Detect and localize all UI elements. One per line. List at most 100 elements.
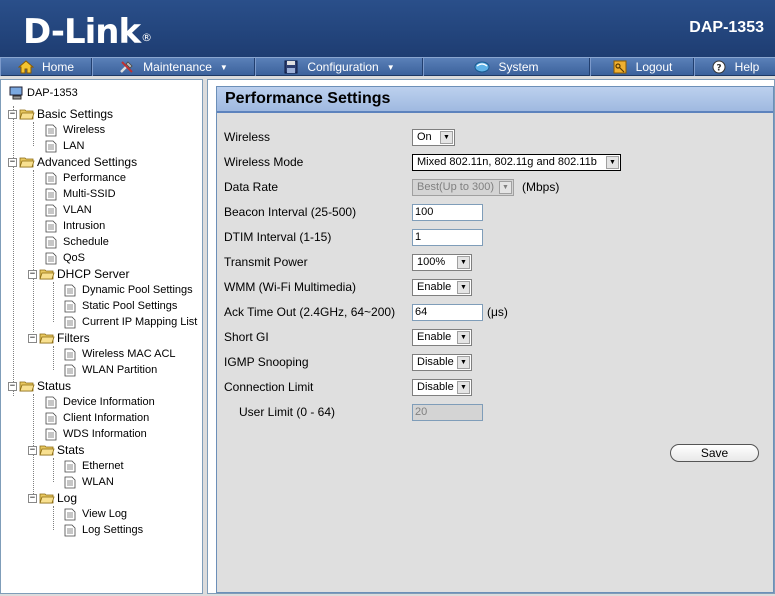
tree-wlan[interactable]: WLAN [64, 474, 114, 490]
tree-stats[interactable]: − Stats [28, 442, 84, 458]
row-wireless: Wireless On ▼ [217, 127, 775, 147]
tree-vlan[interactable]: VLAN [45, 202, 92, 218]
transmit-power-select[interactable]: 100% ▼ [412, 253, 472, 271]
ack-timeout-input[interactable]: 64 [412, 303, 483, 321]
dtim-interval-label: DTIM Interval (1-15) [224, 230, 332, 244]
folder-open-icon [39, 493, 55, 504]
wmm-select-value: Enable [417, 280, 452, 293]
tree-log-settings-label: Log Settings [82, 524, 144, 536]
nav-help[interactable]: ? Help [694, 58, 775, 76]
nav-logout[interactable]: Logout [590, 58, 694, 76]
connection-limit-select[interactable]: Disable ▼ [412, 378, 472, 396]
wireless-mode-select-value: Mixed 802.11n, 802.11g and 802.11b [417, 155, 597, 168]
tree-lan[interactable]: LAN [45, 138, 84, 154]
tree-log-label: Log [57, 491, 78, 505]
model-name: DAP-1353 [689, 19, 764, 36]
row-ack-timeout: Ack Time Out (2.4GHz, 64~200) 64 (μs) [217, 302, 775, 322]
tree-schedule[interactable]: Schedule [45, 234, 109, 250]
row-transmit-power: Transmit Power 100% ▼ [217, 252, 775, 272]
tree-performance-label: Performance [63, 172, 126, 184]
nav-system[interactable]: System [423, 58, 590, 76]
tree-line [53, 346, 54, 370]
tree-ethernet-label: Ethernet [82, 460, 124, 472]
document-icon [45, 204, 57, 216]
document-icon [45, 428, 57, 440]
logout-key-icon [613, 60, 627, 74]
tree-log[interactable]: − Log [28, 490, 77, 506]
document-icon [64, 284, 76, 296]
collapse-toggle[interactable]: − [28, 445, 37, 455]
chevron-down-icon: ▼ [457, 280, 470, 294]
tree-lan-label: LAN [63, 140, 85, 152]
tree-qos[interactable]: QoS [45, 250, 85, 266]
page-title: Performance Settings [217, 87, 773, 113]
tree-wlan-partition[interactable]: WLAN Partition [64, 362, 157, 378]
tree-log-settings[interactable]: Log Settings [64, 522, 143, 538]
tree-wireless[interactable]: Wireless [45, 122, 105, 138]
dtim-interval-input[interactable]: 1 [412, 228, 483, 246]
data-rate-select[interactable]: Best(Up to 300) ▼ [412, 178, 514, 196]
tree-performance[interactable]: Performance [45, 170, 126, 186]
tree-qos-label: QoS [63, 252, 86, 264]
tree-status[interactable]: − Status [8, 378, 71, 394]
collapse-toggle[interactable]: − [28, 493, 37, 503]
tree-line [53, 458, 54, 482]
tree-client-info[interactable]: Client Information [45, 410, 149, 426]
document-icon [64, 316, 76, 328]
save-button[interactable]: Save [670, 444, 759, 462]
performance-panel: Performance Settings Wireless On ▼ Wirel… [216, 86, 774, 593]
tree-static-pool[interactable]: Static Pool Settings [64, 298, 177, 314]
tree-basic-settings[interactable]: − Basic Settings [8, 106, 113, 122]
tree-root[interactable]: DAP-1353 [9, 85, 78, 101]
collapse-toggle[interactable]: − [28, 333, 37, 343]
collapse-toggle[interactable]: − [8, 109, 17, 119]
tree-wds-info[interactable]: WDS Information [45, 426, 147, 442]
tree-advanced-settings[interactable]: − Advanced Settings [8, 154, 137, 170]
nav-home[interactable]: Home [0, 58, 92, 76]
connection-limit-select-value: Disable [417, 380, 454, 393]
tree-filters-label: Filters [57, 331, 90, 345]
tree-current-ip-mapping[interactable]: Current IP Mapping List [64, 314, 197, 330]
wmm-select[interactable]: Enable ▼ [412, 278, 472, 296]
tree-dhcp-server-label: DHCP Server [57, 267, 130, 281]
row-wmm: WMM (Wi-Fi Multimedia) Enable ▼ [217, 277, 775, 297]
tree-advanced-settings-label: Advanced Settings [37, 155, 138, 169]
beacon-interval-input[interactable]: 100 [412, 203, 483, 221]
row-dtim-interval: DTIM Interval (1-15) 1 [217, 227, 775, 247]
tree-filters[interactable]: − Filters [28, 330, 90, 346]
chevron-down-icon: ▼ [457, 255, 470, 269]
tree-multi-ssid[interactable]: Multi-SSID [45, 186, 116, 202]
user-limit-input[interactable]: 20 [412, 403, 483, 421]
wireless-mode-select[interactable]: Mixed 802.11n, 802.11g and 802.11b ▼ [412, 153, 621, 171]
row-connection-limit: Connection Limit Disable ▼ [217, 377, 775, 397]
collapse-toggle[interactable]: − [8, 157, 17, 167]
collapse-toggle[interactable]: − [28, 269, 37, 279]
tree-wds-info-label: WDS Information [63, 428, 147, 440]
tree-client-info-label: Client Information [63, 412, 150, 424]
short-gi-select[interactable]: Enable ▼ [412, 328, 472, 346]
wireless-select-value: On [417, 130, 432, 143]
short-gi-label: Short GI [224, 330, 269, 344]
tree-wireless-mac-acl[interactable]: Wireless MAC ACL [64, 346, 176, 362]
collapse-toggle[interactable]: − [8, 381, 17, 391]
data-rate-unit: (Mbps) [522, 180, 560, 194]
tree-dynamic-pool[interactable]: Dynamic Pool Settings [64, 282, 193, 298]
tree-view-log[interactable]: View Log [64, 506, 127, 522]
igmp-snooping-select[interactable]: Disable ▼ [412, 353, 472, 371]
beacon-interval-label: Beacon Interval (25-500) [224, 205, 357, 219]
tree-dhcp-server[interactable]: − DHCP Server [28, 266, 129, 282]
chevron-down-icon: ▼ [499, 180, 512, 194]
tree-device-info[interactable]: Device Information [45, 394, 155, 410]
chevron-down-icon: ▼ [457, 330, 470, 344]
tree-intrusion-label: Intrusion [63, 220, 106, 232]
document-icon [45, 252, 57, 264]
nav-maintenance-label: Maintenance [143, 60, 212, 74]
network-icon [474, 61, 490, 73]
tree-ethernet[interactable]: Ethernet [64, 458, 124, 474]
wireless-select[interactable]: On ▼ [412, 128, 455, 146]
nav-maintenance[interactable]: Maintenance ▼ [92, 58, 255, 76]
tree-line [53, 282, 54, 322]
nav-configuration[interactable]: Configuration ▼ [255, 58, 423, 76]
nav-logout-label: Logout [635, 60, 673, 74]
tree-intrusion[interactable]: Intrusion [45, 218, 105, 234]
